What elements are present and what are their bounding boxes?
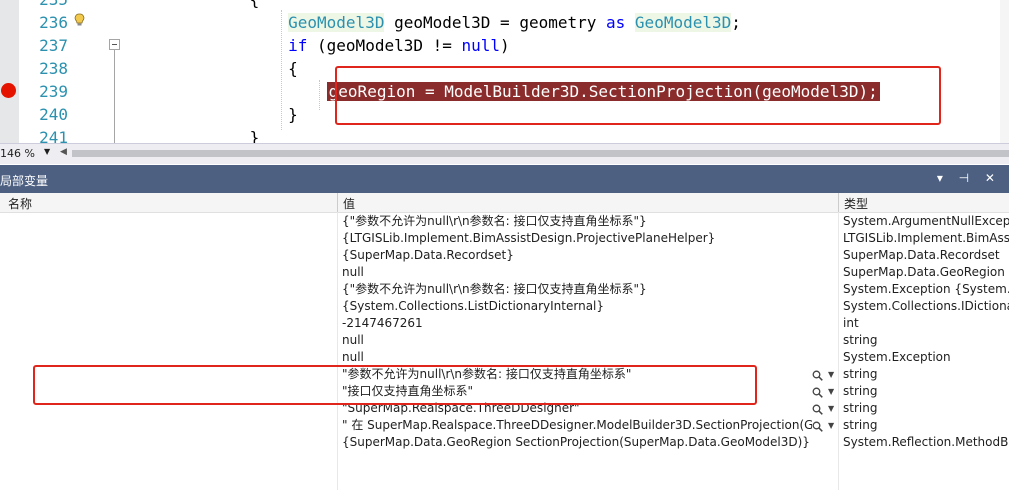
variable-type: string	[843, 333, 878, 347]
locals-row[interactable]: StackTrace" 在 SuperMap.Realspace.ThreeDD…	[0, 417, 1009, 434]
line-number: 239	[39, 82, 68, 101]
code-line[interactable]: }	[134, 126, 260, 143]
locals-row[interactable]: ▶this{LTGISLib.Implement.BimAssistDesign…	[0, 230, 1009, 247]
variable-value[interactable]: {System.Collections.ListDictionaryIntern…	[342, 298, 812, 315]
locals-row[interactable]: ▶TargetSite{SuperMap.Data.GeoRegion Sect…	[0, 434, 1009, 451]
annotation-box-code	[335, 66, 941, 125]
locals-window: 局部变量 ▾ ⊣ ✕ 名称 值 类型 ▶$exception{"参数不允许为nu…	[0, 165, 1009, 490]
line-number: 237	[39, 36, 68, 55]
line-number: 236	[39, 13, 68, 32]
editor-zoom-bar: 146 % ▼ ◀	[0, 143, 1009, 164]
code-token: (geoModel3D !=	[307, 36, 462, 55]
variable-type: LTGISLib.Implement.BimAssi...	[843, 231, 1009, 245]
variable-type: System.ArgumentNullExcept...	[843, 214, 1009, 228]
locals-row[interactable]: ▶InnerExceptionnullSystem.Exception	[0, 349, 1009, 366]
locals-row[interactable]: HResult-2147467261int	[0, 315, 1009, 332]
code-line[interactable]: if (geoModel3D != null)	[134, 34, 510, 57]
variable-type: string	[843, 384, 878, 398]
code-token: GeoModel3D	[288, 13, 385, 32]
variable-value[interactable]: null	[342, 332, 812, 349]
code-token: as	[606, 13, 626, 32]
code-token: if	[288, 36, 308, 55]
variable-type: string	[843, 401, 878, 415]
variable-type: string	[843, 418, 878, 432]
code-line[interactable]: }	[134, 103, 298, 126]
code-line[interactable]: {	[134, 0, 260, 11]
variable-value[interactable]: {SuperMap.Data.GeoRegion SectionProjecti…	[342, 434, 812, 451]
locals-row[interactable]: ▶recordset{SuperMap.Data.Recordset}Super…	[0, 247, 1009, 264]
breakpoint-icon[interactable]	[1, 83, 16, 98]
variable-type: System.Exception {System.Ar...	[843, 282, 1009, 296]
code-token: GeoModel3D	[634, 13, 732, 32]
variable-value[interactable]: null	[342, 264, 812, 281]
variable-type: System.Exception	[843, 350, 951, 364]
horizontal-scrollbar-thumb[interactable]	[72, 150, 1009, 157]
locals-row[interactable]: ▶Data{System.Collections.ListDictionaryI…	[0, 298, 1009, 315]
annotation-box-locals	[33, 365, 757, 405]
locals-titlebar[interactable]: 局部变量 ▾ ⊣ ✕	[0, 165, 1009, 193]
locals-row[interactable]: HelpLinknullstring	[0, 332, 1009, 349]
locals-row[interactable]: ▶Non-Public members	[0, 468, 1009, 485]
variable-value[interactable]: " 在 SuperMap.Realspace.ThreeDDesigner.Mo…	[342, 417, 812, 434]
variable-value[interactable]: null	[342, 349, 812, 366]
line-number: 240	[39, 105, 68, 124]
zoom-dropdown-icon[interactable]: ▼	[44, 147, 50, 156]
code-token: geoModel3D = geometry	[384, 13, 607, 32]
variable-value[interactable]: {"参数不允许为null\r\n参数名: 接口仅支持直角坐标系"}	[342, 281, 812, 298]
code-token: }	[249, 128, 260, 143]
code-editor[interactable]: 235 236 237 238 239 240 241 { GeoModel3D geoMo…	[0, 0, 1009, 143]
fold-toggle-icon[interactable]	[109, 39, 120, 50]
locals-row[interactable]: ◢ex{"参数不允许为null\r\n参数名: 接口仅支持直角坐标系"}Syst…	[0, 281, 1009, 298]
variable-type: string	[843, 367, 878, 381]
locals-row[interactable]: ▶$exception{"参数不允许为null\r\n参数名: 接口仅支持直角坐…	[0, 213, 1009, 230]
variable-value[interactable]: -2147467261	[342, 315, 812, 332]
code-token: {	[250, 0, 260, 9]
variable-type: System.Collections.IDictiona...	[843, 299, 1009, 313]
locals-title: 局部变量	[0, 174, 49, 188]
code-line[interactable]: GeoModel3D geoModel3D = geometry as GeoM…	[134, 11, 741, 34]
code-token: null	[461, 36, 501, 55]
header-name[interactable]: 名称	[8, 195, 32, 212]
variable-value[interactable]: {"参数不允许为null\r\n参数名: 接口仅支持直角坐标系"}	[342, 213, 812, 230]
variable-value[interactable]: {LTGISLib.Implement.BimAssistDesign.Proj…	[342, 230, 812, 247]
line-number: 238	[39, 59, 68, 78]
scroll-left-icon[interactable]: ◀	[60, 147, 67, 157]
line-number: 235	[30, 0, 68, 11]
fold-line	[114, 50, 115, 143]
visualizer-dropdown-icon[interactable]: ▼	[828, 417, 834, 434]
code-token: )	[500, 36, 510, 55]
variable-type: SuperMap.Data.Recordset	[843, 248, 1000, 262]
visualizer-dropdown-icon[interactable]: ▼	[828, 400, 834, 417]
header-value[interactable]: 值	[343, 195, 355, 212]
header-type[interactable]: 类型	[844, 195, 868, 212]
zoom-level[interactable]: 146 %	[0, 147, 42, 160]
vertical-scrollbar[interactable]	[1000, 0, 1009, 143]
visualizer-dropdown-icon[interactable]: ▼	[828, 383, 834, 400]
lightbulb-icon[interactable]	[74, 13, 85, 27]
variable-value[interactable]: {SuperMap.Data.Recordset}	[342, 247, 812, 264]
code-line[interactable]: {	[134, 57, 298, 80]
locals-row[interactable]: ▶Static members	[0, 451, 1009, 468]
code-token: ;	[731, 13, 741, 32]
breakpoint-margin[interactable]	[0, 0, 19, 143]
variable-type: int	[843, 316, 859, 330]
window-tools[interactable]: ▾ ⊣ ✕	[937, 171, 1001, 185]
column-header: 名称 值 类型	[0, 193, 1009, 213]
visualizer-dropdown-icon[interactable]: ▼	[828, 366, 834, 383]
code-token: {	[288, 59, 298, 78]
variable-type: System.Reflection.MethodBa...	[843, 435, 1009, 449]
variable-type: SuperMap.Data.GeoRegion	[843, 265, 1005, 279]
code-token: }	[288, 105, 298, 124]
locals-row[interactable]: geoRegionnullSuperMap.Data.GeoRegion	[0, 264, 1009, 281]
line-number: 241	[39, 128, 68, 143]
